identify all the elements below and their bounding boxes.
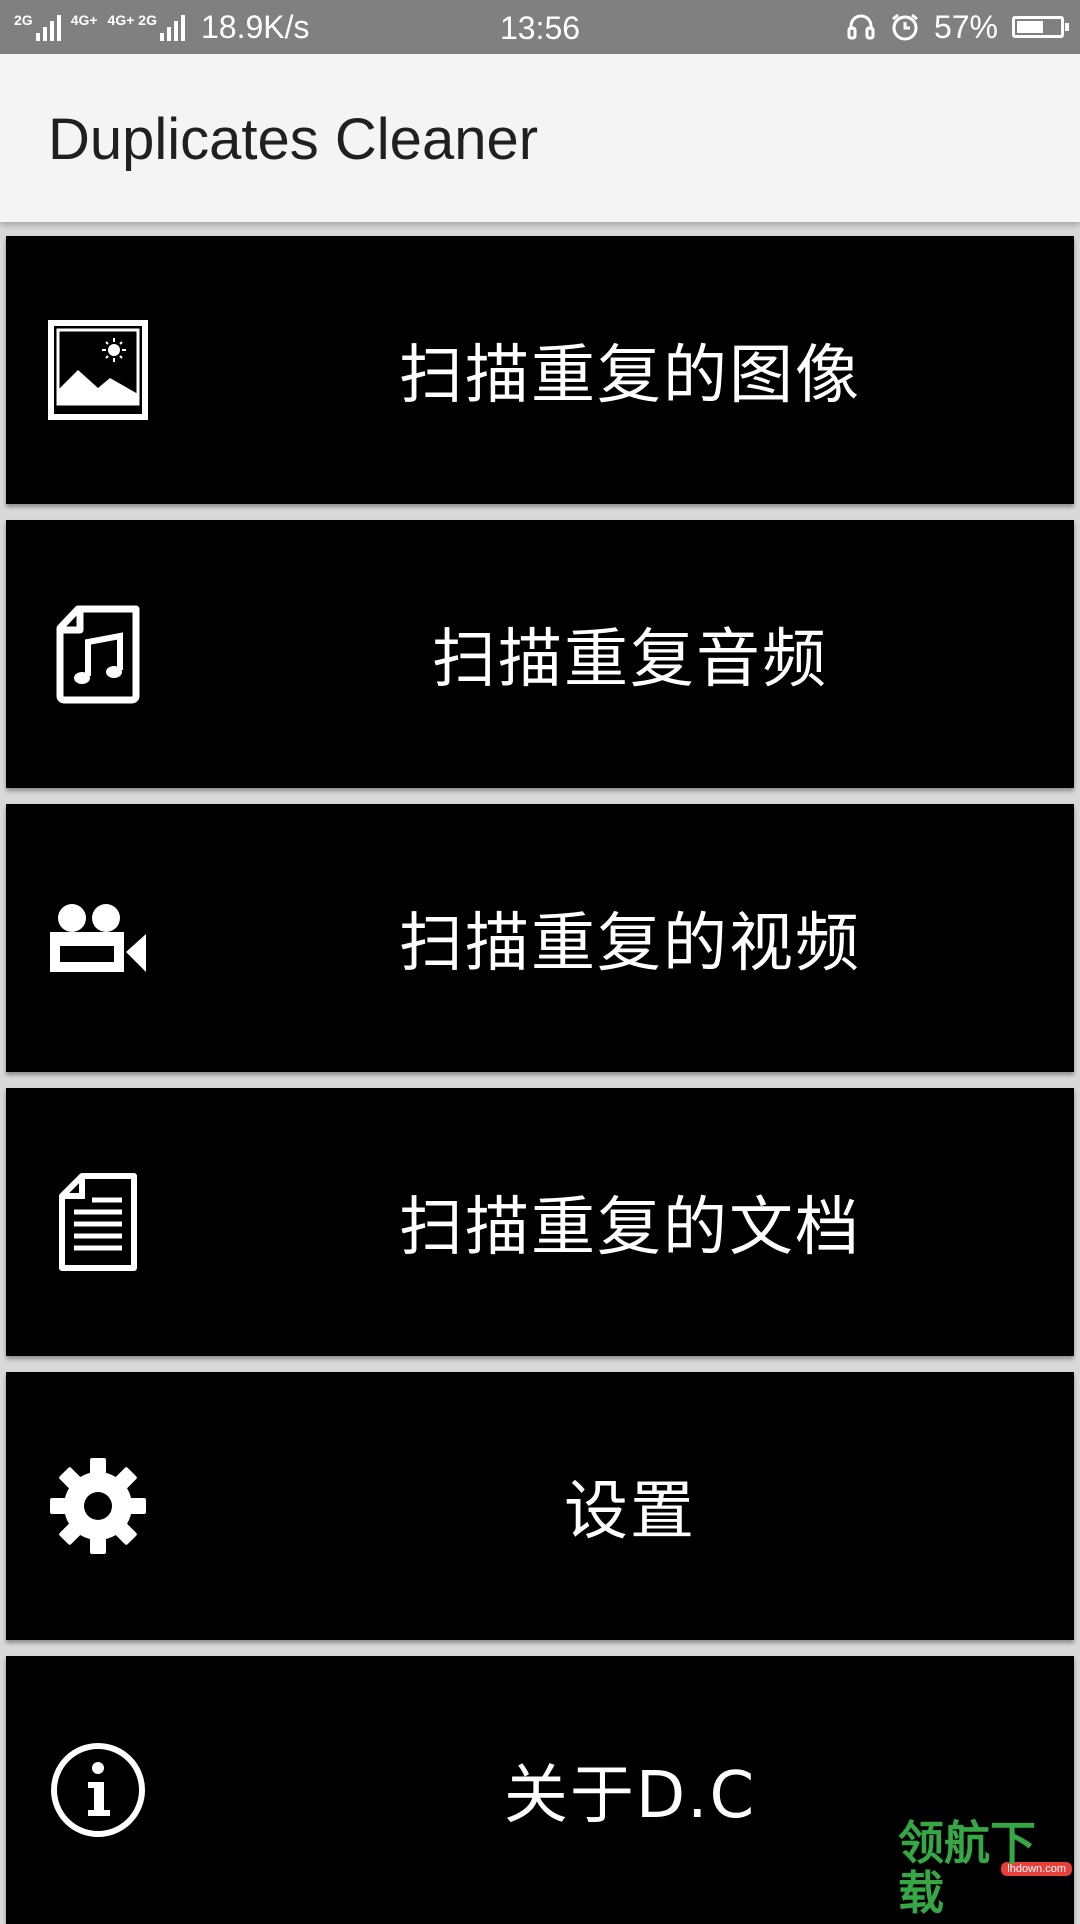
menu-item-label: 扫描重复的视频: [399, 907, 861, 981]
scan-documents-button[interactable]: 扫描重复的文档: [6, 1088, 1074, 1356]
scan-images-button[interactable]: 扫描重复的图像: [6, 236, 1074, 504]
scan-videos-button[interactable]: 扫描重复的视频: [6, 804, 1074, 1072]
image-icon: [48, 320, 148, 420]
scan-audio-button[interactable]: 扫描重复音频: [6, 520, 1074, 788]
music-file-icon: [56, 605, 140, 704]
video-camera-icon: [50, 904, 146, 972]
watermark-logo: lhdown.com 领航下载: [898, 1818, 1078, 1918]
app-bar: Duplicates Cleaner: [0, 54, 1080, 222]
settings-button[interactable]: 设置: [6, 1372, 1074, 1640]
status-right: 57%: [846, 0, 1069, 54]
menu-item-label: 设置: [564, 1475, 696, 1549]
status-bar: 2G 4G+ 4G+ 2G 18.9K/s 13:56 57%: [0, 0, 1080, 54]
gear-icon: [50, 1458, 146, 1554]
menu-item-label: 扫描重复的文档: [399, 1191, 861, 1265]
menu-item-label: 扫描重复的图像: [399, 339, 861, 413]
watermark-brand: 领航下载: [898, 1816, 1036, 1920]
app-title: Duplicates Cleaner: [48, 107, 539, 172]
battery-icon: [1012, 16, 1069, 38]
alarm-icon: [892, 13, 918, 41]
info-icon: [51, 1743, 145, 1837]
headset-icon: [847, 14, 875, 40]
document-icon: [59, 1173, 137, 1271]
battery-percent: 57%: [933, 8, 998, 45]
menu-item-label: 扫描重复音频: [432, 623, 828, 697]
